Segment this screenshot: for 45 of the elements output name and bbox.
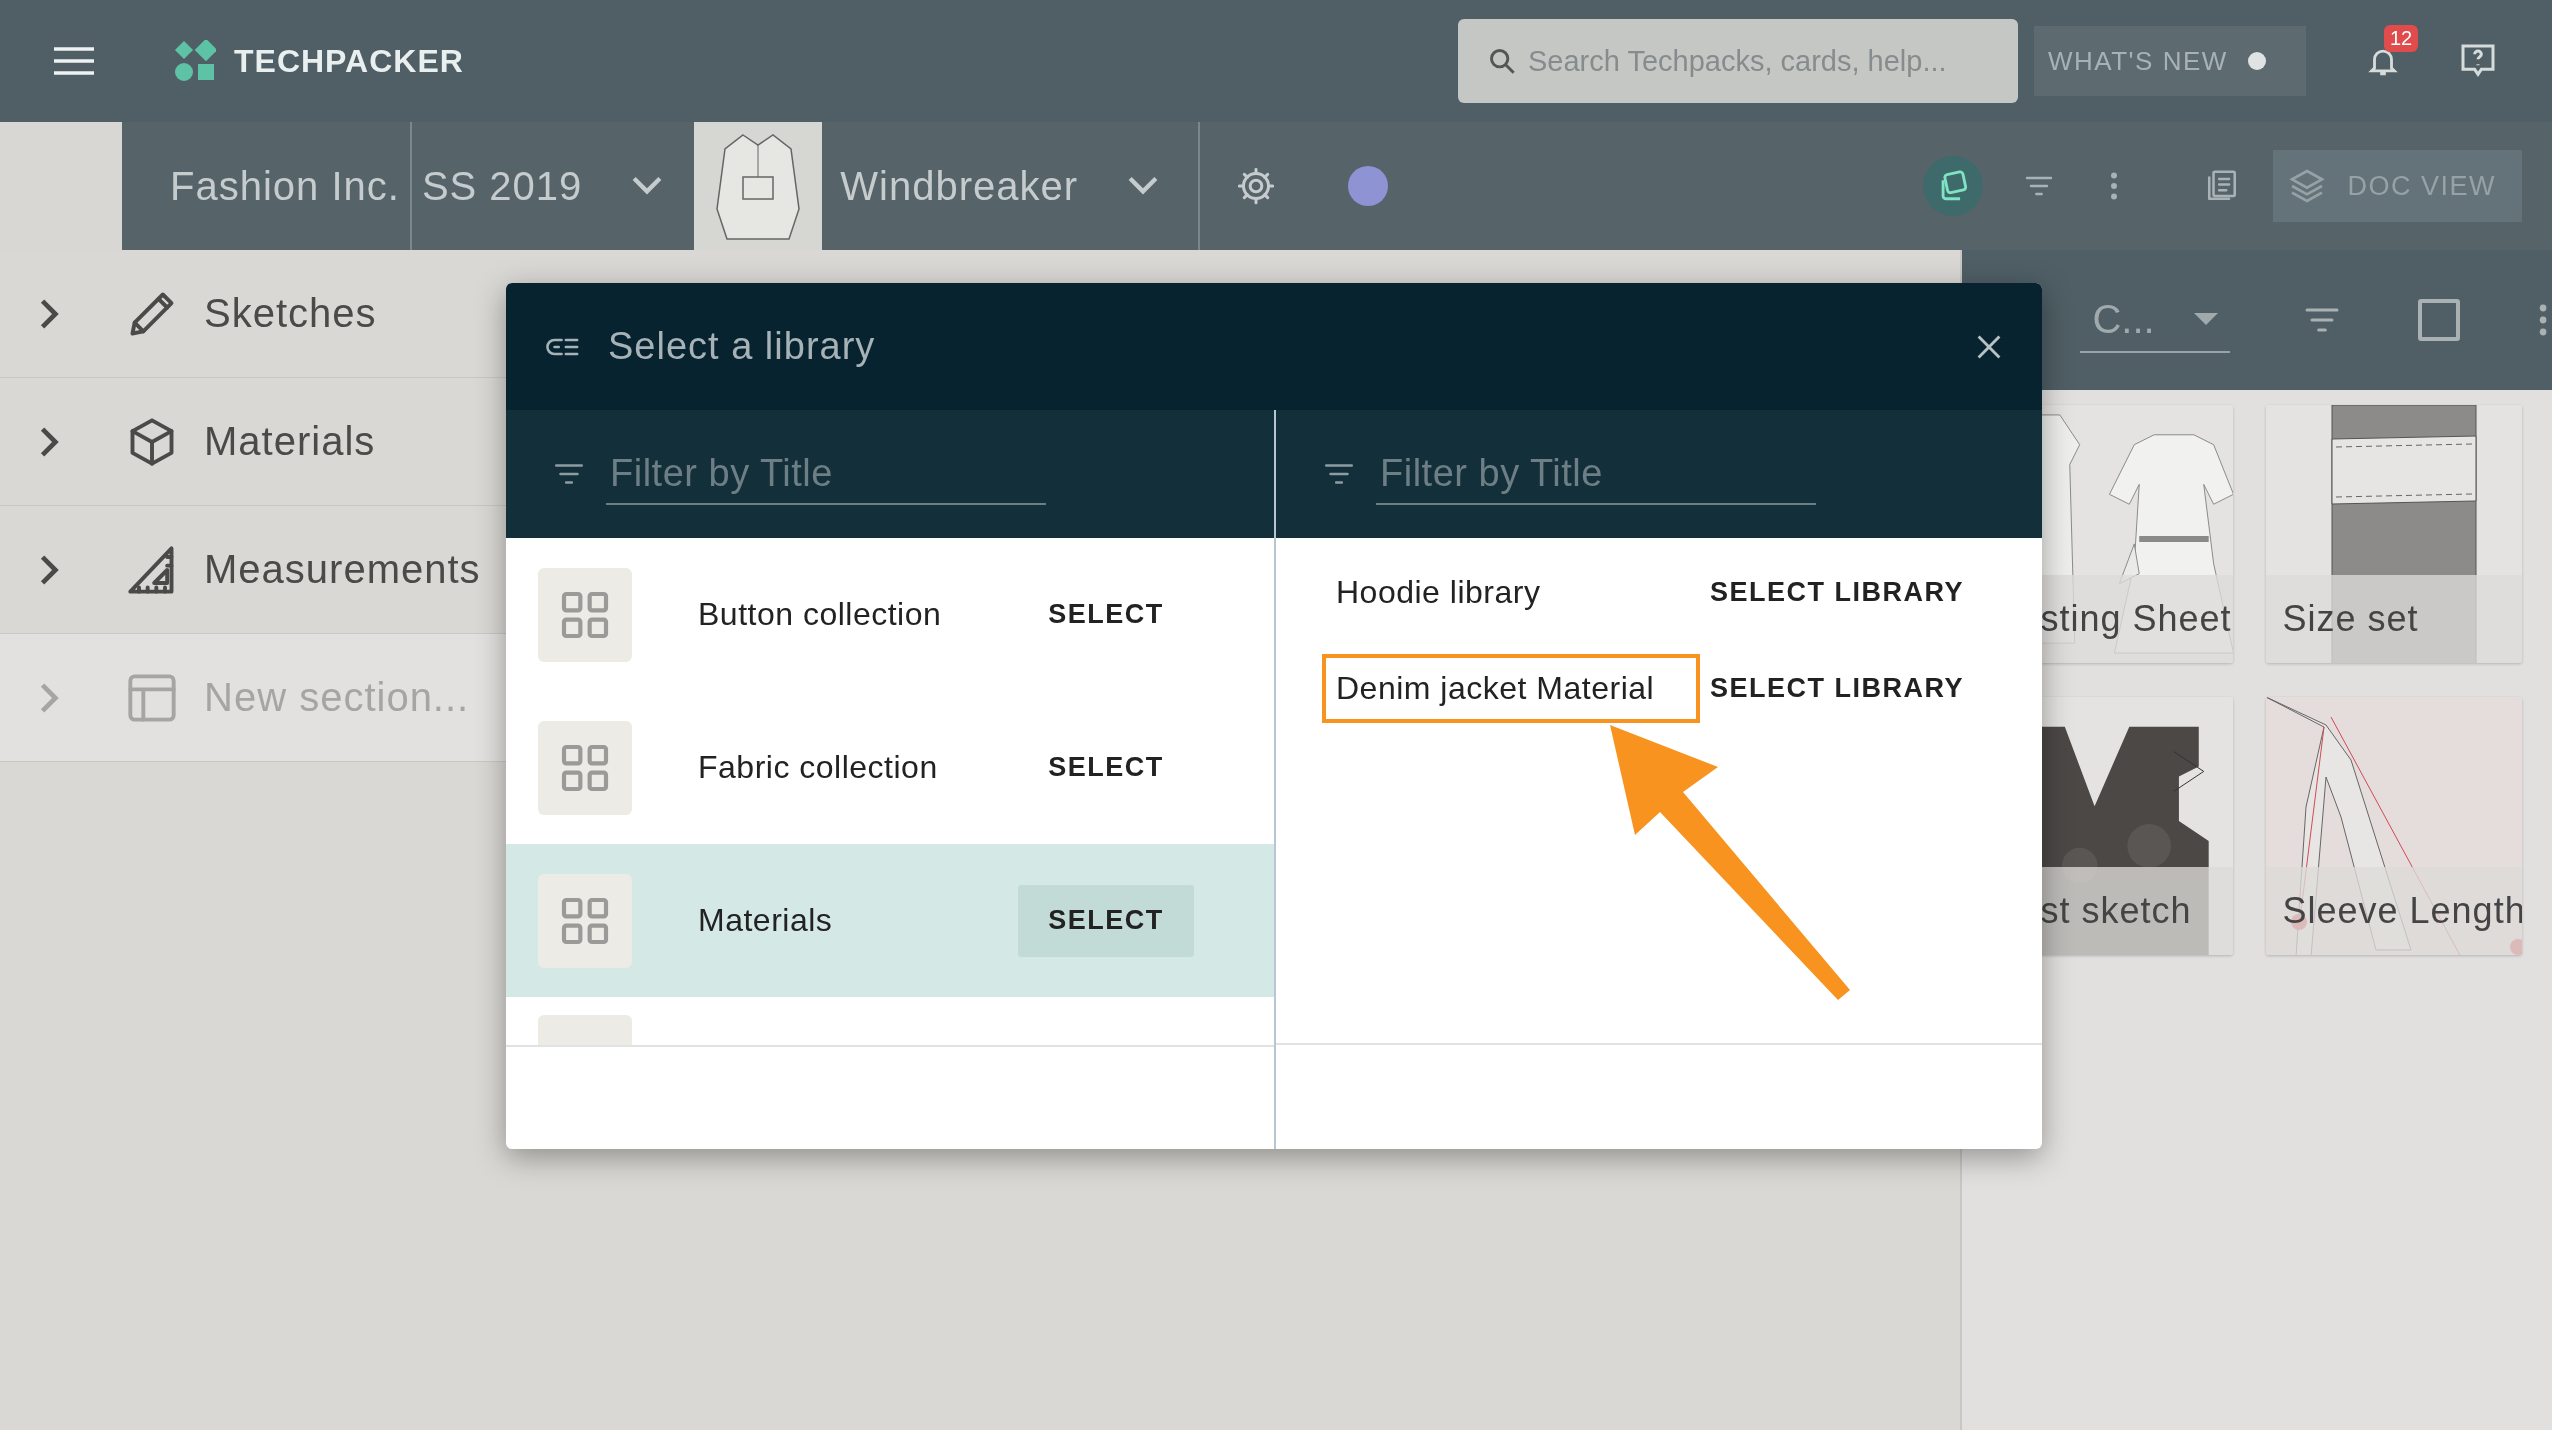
brand-name: TECHPACKER [234,42,464,80]
library-row[interactable]: Button collection SELECT [506,538,1274,691]
menu-icon[interactable] [54,46,94,76]
select-button[interactable]: SELECT [1018,731,1194,804]
chevron-icon[interactable] [38,298,60,329]
select-library-button[interactable]: SELECT LIBRARY [1704,662,1970,714]
logo-icon [174,40,216,82]
chevron-icon[interactable] [38,554,60,585]
product-dropdown[interactable]: Windbreaker [840,163,1079,209]
select-library-button[interactable]: SELECT LIBRARY [1704,566,1970,618]
season-dropdown[interactable]: SS 2019 [421,163,583,209]
library-title: Denim jacket Material [1322,653,1700,723]
select-button[interactable]: SELECT [1018,578,1194,651]
library-title: Materials [698,902,834,939]
more-icon[interactable] [2538,304,2549,336]
dialog-title: Select a library [608,325,876,368]
section-title[interactable]: Measurements [204,547,481,592]
section-title[interactable]: Materials [204,419,376,464]
checkbox[interactable] [2418,299,2461,341]
notification-badge: 12 [2384,25,2419,52]
library-row[interactable]: Materials SELECT [506,844,1274,997]
close-button[interactable] [1976,333,2002,360]
search-icon [1488,47,1516,75]
search-field[interactable]: Search Techpacks, cards, help... [1458,19,2018,103]
library-title: Button collection [698,596,943,633]
select-button[interactable]: SELECT [1018,884,1194,957]
card-title: sting Sheet [2040,575,2234,663]
more-icon[interactable] [2109,172,2120,200]
library-title: Fabric collection [698,749,939,786]
card[interactable]: sting Sheet [2040,405,2234,663]
library-title: Hoodie library [1335,572,1542,612]
chevron-down-icon[interactable] [632,176,663,196]
card-title: Size set [2266,575,2523,663]
chevron-down-icon[interactable] [1128,176,1159,196]
card[interactable]: Size set [2266,405,2523,663]
card-title: st sketch [2040,867,2234,955]
section-title[interactable]: Sketches [204,291,377,336]
chevron-icon[interactable] [38,426,60,457]
search-input[interactable]: Search Techpacks, cards, help... [1528,44,1998,78]
settings-icon [1236,166,1277,206]
card[interactable]: st sketch [2040,697,2234,955]
company-name[interactable]: Fashion Inc. [170,163,400,209]
layout-icon [126,671,178,724]
status-dot[interactable] [1348,166,1389,206]
library-row[interactable]: Fabric collection SELECT [506,691,1274,844]
